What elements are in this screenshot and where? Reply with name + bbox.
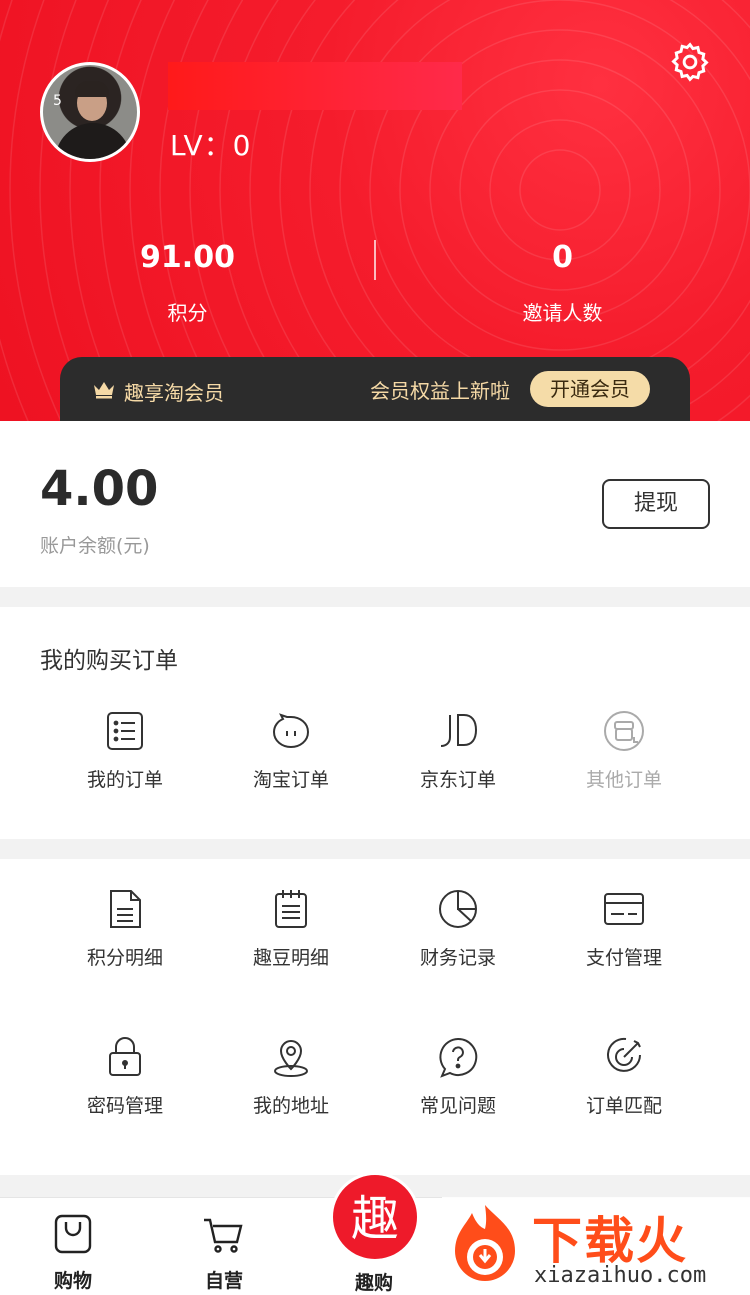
avatar-figure-body <box>55 123 131 159</box>
avatar[interactable]: 5 <box>40 62 140 162</box>
password-management-label: 密码管理 <box>86 1095 163 1117</box>
taobao-orders-label: 淘宝订单 <box>252 769 329 791</box>
taobao-orders-item[interactable]: 淘宝订单 <box>208 709 374 792</box>
points-value: 91.00 <box>140 240 235 275</box>
balance-card: 4.00 账户余额(元) 提现 <box>0 421 750 587</box>
balance-amount: 4.00 <box>40 461 159 517</box>
points-stat[interactable]: 91.00 积分 <box>0 240 375 326</box>
order-match-label: 订单匹配 <box>585 1095 662 1117</box>
my-address-item[interactable]: 我的地址 <box>208 1035 374 1118</box>
balance-label: 账户余额(元) <box>40 535 150 557</box>
vip-title: 趣享淘会员 <box>124 381 224 405</box>
points-detail-label: 积分明细 <box>86 947 163 969</box>
beans-detail-label: 趣豆明细 <box>252 947 329 969</box>
jd-orders-item[interactable]: 京东订单 <box>375 709 541 792</box>
card-icon <box>604 893 644 925</box>
my-address-label: 我的地址 <box>252 1095 329 1117</box>
taobao-icon <box>272 713 310 749</box>
open-membership-button[interactable]: 开通会员 <box>530 371 650 407</box>
location-icon <box>274 1040 308 1077</box>
tab-self-operated-label: 自营 <box>204 1270 243 1292</box>
shopping-bag-icon <box>54 1214 92 1254</box>
password-management-item[interactable]: 密码管理 <box>42 1035 208 1118</box>
faq-label: 常见问题 <box>419 1095 496 1117</box>
order-list-icon <box>107 712 143 750</box>
tab-shopping[interactable]: 购物 <box>23 1212 123 1293</box>
my-orders-label: 我的订单 <box>86 769 163 791</box>
crown-icon <box>94 382 114 399</box>
notepad-icon <box>275 890 307 928</box>
other-orders-icon <box>604 711 644 751</box>
document-icon <box>110 890 141 928</box>
order-match-item[interactable]: 订单匹配 <box>541 1035 707 1118</box>
finance-records-label: 财务记录 <box>419 947 496 969</box>
jd-icon <box>440 714 478 747</box>
vip-banner[interactable]: 趣享淘会员 会员权益上新啦 开通会员 <box>60 357 690 421</box>
finance-records-item[interactable]: 财务记录 <box>375 887 541 970</box>
orders-section: 我的购买订单 我的订单 淘宝订单 京东订单 其他订单 <box>0 607 750 839</box>
faq-item[interactable]: 常见问题 <box>375 1035 541 1118</box>
avatar-badge-text: 5 <box>53 93 62 109</box>
vip-news-text: 会员权益上新啦 <box>370 379 510 403</box>
cart-icon <box>204 1218 243 1253</box>
tab-self-operated[interactable]: 自营 <box>174 1212 274 1293</box>
points-detail-item[interactable]: 积分明细 <box>42 887 208 970</box>
avatar-figure-hair <box>75 81 109 97</box>
flame-logo-icon <box>455 1205 515 1281</box>
user-level: LV：0 <box>170 129 252 162</box>
payment-management-label: 支付管理 <box>585 947 662 969</box>
settings-gear-icon[interactable] <box>668 40 712 84</box>
tab-shopping-label: 购物 <box>53 1270 92 1292</box>
my-orders-item[interactable]: 我的订单 <box>42 709 208 792</box>
other-orders-item[interactable]: 其他订单 <box>541 709 707 792</box>
qu-icon[interactable]: 趣 <box>330 1172 420 1262</box>
points-label: 积分 <box>167 301 208 325</box>
username-redacted <box>168 62 462 110</box>
pie-chart-icon <box>439 890 477 928</box>
lock-icon <box>109 1037 141 1076</box>
orders-title: 我的购买订单 <box>40 648 178 674</box>
invites-label: 邀请人数 <box>522 301 603 325</box>
invites-stat[interactable]: 0 邀请人数 <box>375 240 750 326</box>
watermark: 下载火 xiazaihuo.com <box>442 1197 750 1295</box>
tools-section: 积分明细 趣豆明细 财务记录 支付管理 密码管理 我的地址 常见问题 订单匹配 <box>0 859 750 1175</box>
beans-detail-item[interactable]: 趣豆明细 <box>208 887 374 970</box>
target-icon <box>607 1037 641 1072</box>
tab-qugou-label[interactable]: 趣购 <box>324 1268 424 1295</box>
withdraw-button[interactable]: 提现 <box>602 479 710 529</box>
watermark-domain: xiazaihuo.com <box>534 1263 707 1288</box>
other-orders-label: 其他订单 <box>585 769 662 791</box>
profile-header: 5 LV：0 91.00 积分 0 邀请人数 趣享淘会员 会员权益上新啦 开通会… <box>0 0 750 421</box>
jd-orders-label: 京东订单 <box>419 769 496 791</box>
help-icon <box>439 1037 478 1078</box>
payment-management-item[interactable]: 支付管理 <box>541 887 707 970</box>
invites-value: 0 <box>552 240 573 275</box>
